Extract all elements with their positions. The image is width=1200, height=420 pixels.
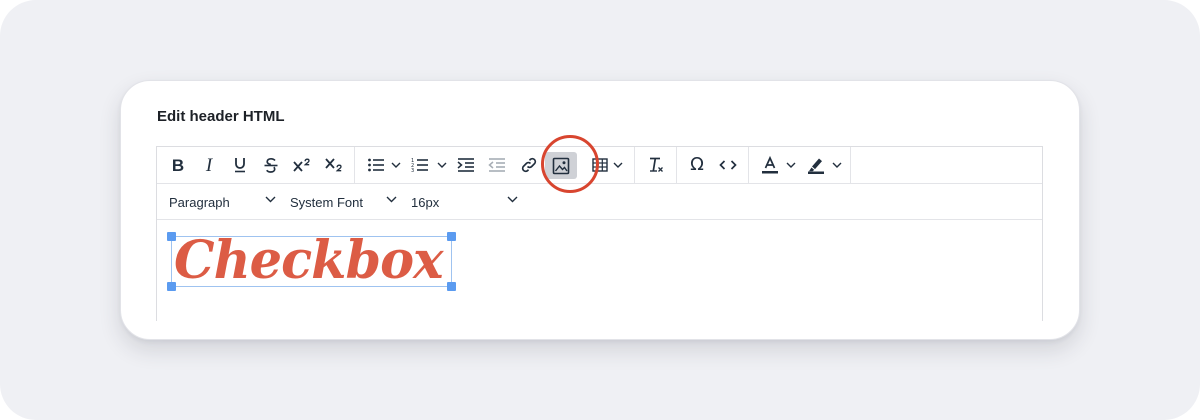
font-family-value: System Font <box>290 194 363 210</box>
table-dropdown[interactable] <box>611 153 625 177</box>
bullet-list-icon <box>368 158 384 172</box>
indent-icon <box>457 158 474 172</box>
chevron-down-icon <box>613 162 623 168</box>
text-color-dropdown[interactable] <box>784 153 798 177</box>
text-color-icon <box>762 155 778 174</box>
highlight-ring-annotation <box>541 135 599 193</box>
italic-icon: I <box>205 154 213 176</box>
subscript-button[interactable] <box>321 153 347 177</box>
italic-button[interactable]: I <box>196 153 222 177</box>
font-family-select[interactable]: System Font <box>290 184 400 220</box>
numbered-list-dropdown[interactable] <box>435 153 449 177</box>
checkbox-logo: Checkbox <box>174 230 444 291</box>
special-character-button[interactable]: Ω <box>684 153 710 177</box>
bullet-list-button[interactable] <box>363 153 389 177</box>
omega-icon: Ω <box>690 154 704 175</box>
code-icon <box>719 160 737 170</box>
resize-handle-top-right[interactable] <box>447 232 456 241</box>
indent-button[interactable] <box>453 153 479 177</box>
superscript-button[interactable] <box>289 153 315 177</box>
outdent-icon <box>488 158 505 172</box>
edit-header-card: Edit header HTML B I 1 2 3 Ω Paragraph S… <box>120 80 1080 340</box>
bold-icon: B <box>171 155 185 175</box>
selected-logo-image[interactable]: Checkbox <box>171 230 452 291</box>
card-title: Edit header HTML <box>157 108 285 125</box>
font-size-value: 16px <box>411 194 440 210</box>
numbered-list-icon: 1 2 3 <box>411 158 428 173</box>
chevron-down-icon <box>507 196 518 203</box>
text-color-button[interactable] <box>757 153 783 177</box>
toolbar-group-colors <box>749 147 851 183</box>
numbered-list-button[interactable]: 1 2 3 <box>407 153 433 177</box>
source-code-button[interactable] <box>715 153 741 177</box>
resize-handle-bottom-left[interactable] <box>167 282 176 291</box>
svg-text:3: 3 <box>411 168 414 173</box>
outdent-button[interactable] <box>484 153 510 177</box>
highlight-color-dropdown[interactable] <box>830 153 844 177</box>
chevron-down-icon <box>265 196 276 203</box>
clear-formatting-icon <box>650 157 663 172</box>
link-button[interactable] <box>516 153 542 177</box>
toolbar-group-text-style: B I <box>157 147 355 183</box>
bullet-list-dropdown[interactable] <box>389 153 403 177</box>
toolbar-group-clear <box>635 147 677 183</box>
chevron-down-icon <box>391 162 401 168</box>
superscript-icon <box>293 158 310 172</box>
chevron-down-icon <box>786 162 796 168</box>
resize-handle-top-left[interactable] <box>167 232 176 241</box>
strikethrough-icon <box>264 157 278 173</box>
highlight-color-button[interactable] <box>803 153 829 177</box>
block-format-select[interactable]: Paragraph <box>169 184 279 220</box>
font-size-select[interactable]: 16px <box>411 184 521 220</box>
editor-content-area[interactable]: Checkbox <box>157 221 1042 322</box>
rich-text-editor: B I 1 2 3 Ω Paragraph System Font 16px C… <box>156 146 1043 321</box>
clear-formatting-button[interactable] <box>643 153 669 177</box>
link-icon <box>521 157 537 173</box>
bold-button[interactable]: B <box>165 153 191 177</box>
underline-icon <box>235 158 245 173</box>
chevron-down-icon <box>386 196 397 203</box>
subscript-icon <box>325 158 342 172</box>
block-format-value: Paragraph <box>169 194 230 210</box>
resize-handle-bottom-right[interactable] <box>447 282 456 291</box>
format-bar: Paragraph System Font 16px <box>157 184 1042 220</box>
strikethrough-button[interactable] <box>258 153 284 177</box>
chevron-down-icon <box>832 162 842 168</box>
highlighter-icon <box>808 158 824 174</box>
editor-toolbar: B I 1 2 3 Ω <box>157 147 1042 184</box>
chevron-down-icon <box>437 162 447 168</box>
underline-button[interactable] <box>227 153 253 177</box>
toolbar-group-insert: Ω <box>677 147 749 183</box>
